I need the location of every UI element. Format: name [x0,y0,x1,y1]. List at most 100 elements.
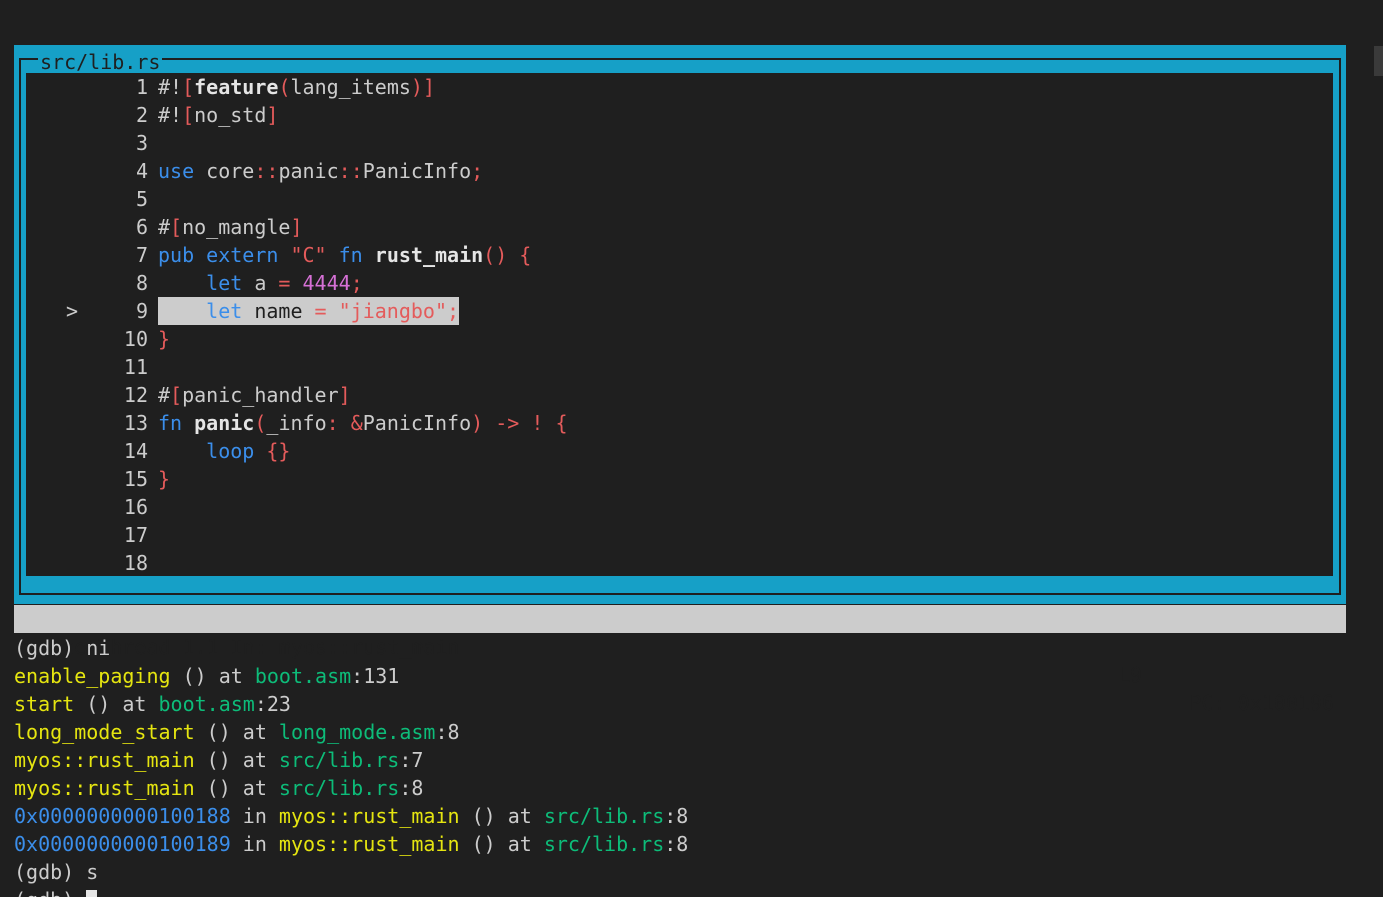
source-text: #[panic_handler] [158,381,351,409]
console-token: myos::rust_main [278,832,460,856]
console-token: :23 [254,692,291,716]
code-token: #! [158,75,183,99]
line-number: 14 [123,439,148,463]
line-number: 5 [135,187,148,211]
code-token: { [519,243,532,267]
line-number: 11 [123,355,148,379]
console-token: () at [194,776,279,800]
code-token: "C" [290,243,327,267]
console-line: myos::rust_main () at src/lib.rs:8 [14,774,1344,802]
console-token: start [14,692,75,716]
code-token: & [350,411,363,435]
console-token: :8 [399,776,424,800]
console-token: :8 [435,720,460,744]
console-token: () at [74,692,159,716]
line-number: 4 [135,159,148,183]
console-token: 0x0000000000100189 [14,832,231,856]
console-line: 0x0000000000100189 in myos::rust_main ()… [14,830,1344,858]
code-area[interactable]: 1 #![feature(lang_items)] 2 #![no_std] 3 4 use… [26,73,1333,576]
console-token: src/lib.rs [543,832,665,856]
line-number: 13 [123,411,148,435]
console-token: () at [459,804,544,828]
console-token: () at [194,720,279,744]
console-token: boot.asm [158,692,255,716]
code-token: #! [158,103,183,127]
code-token: [ [182,103,195,127]
line-number: 6 [135,215,148,239]
code-token: :: [254,159,279,183]
console-token: :8 [664,804,689,828]
code-token: } [158,327,171,351]
console-line: long_mode_start () at long_mode.asm:8 [14,718,1344,746]
console-token: myos::rust_main [14,748,195,772]
code-token: [ [170,215,183,239]
line-number: 15 [123,467,148,491]
console-line: myos::rust_main () at src/lib.rs:7 [14,746,1344,774]
code-token: a [242,271,279,295]
source-window-title: src/lib.rs [38,48,163,76]
console-line: (gdb) ni [14,634,1344,662]
code-token: ] [266,103,279,127]
line-number: 18 [123,551,148,575]
source-text: let name = "jiangbo"; [158,297,460,325]
code-token: ; [471,159,484,183]
code-token: pub [158,243,195,267]
line-number: 9 [135,299,148,323]
code-token: panic [278,159,339,183]
console-prompt: (gdb) [14,888,86,897]
text-cursor [86,890,98,897]
line-number: 1 [135,75,148,99]
code-token: lang_items [290,75,411,99]
console-prompt-line[interactable]: (gdb) [14,886,1344,897]
code-token: PanicInfo [362,159,472,183]
code-token: _info [266,411,327,435]
code-token: name [242,299,315,323]
console-token: src/lib.rs [543,804,665,828]
code-token: [ [170,383,183,407]
console-token: :131 [351,664,400,688]
code-token: = [278,271,291,295]
code-token: ! [531,411,544,435]
console-token: :7 [399,748,424,772]
source-text: use core::panic::PanicInfo; [158,157,483,185]
source-text: #[no_mangle] [158,213,303,241]
gdb-console[interactable]: (gdb) ni enable_paging () at boot.asm:131… [14,634,1344,897]
code-token: :: [338,159,363,183]
code-token: fn [338,243,363,267]
code-token: use [158,159,195,183]
console-token: myos::rust_main [14,776,195,800]
console-token: enable_paging [14,664,171,688]
line-number: 2 [135,103,148,127]
code-token: } [158,467,171,491]
line-number: 7 [135,243,148,267]
code-token: fn [158,411,183,435]
code-token: no_std [194,103,267,127]
source-window: src/lib.rs 1 #![feature(lang_items)] 2 #![n… [14,45,1346,604]
console-token: myos::rust_main [278,804,460,828]
scrollbar-thumb[interactable] [1374,46,1383,76]
code-token: -> [495,411,520,435]
source-text: #![feature(lang_items)] [158,73,435,101]
console-token: 0x0000000000100188 [14,804,231,828]
console-token: in [230,804,279,828]
console-line: enable_paging () at boot.asm:131 [14,662,1344,690]
console-token: () at [459,832,544,856]
code-token: PanicInfo [362,411,472,435]
code-token: [ [182,75,195,99]
code-token: ] [290,215,303,239]
code-token: loop [206,439,255,463]
status-bar: remote Thread 1.1 In: myos::rust_main L9… [14,605,1346,715]
console-token: src/lib.rs [278,776,400,800]
code-token: feature [194,75,279,99]
code-token: ; [447,299,460,323]
line-number: 16 [123,495,148,519]
console-token: in [230,832,279,856]
line-number: 3 [135,131,148,155]
console-token: long_mode.asm [278,720,436,744]
